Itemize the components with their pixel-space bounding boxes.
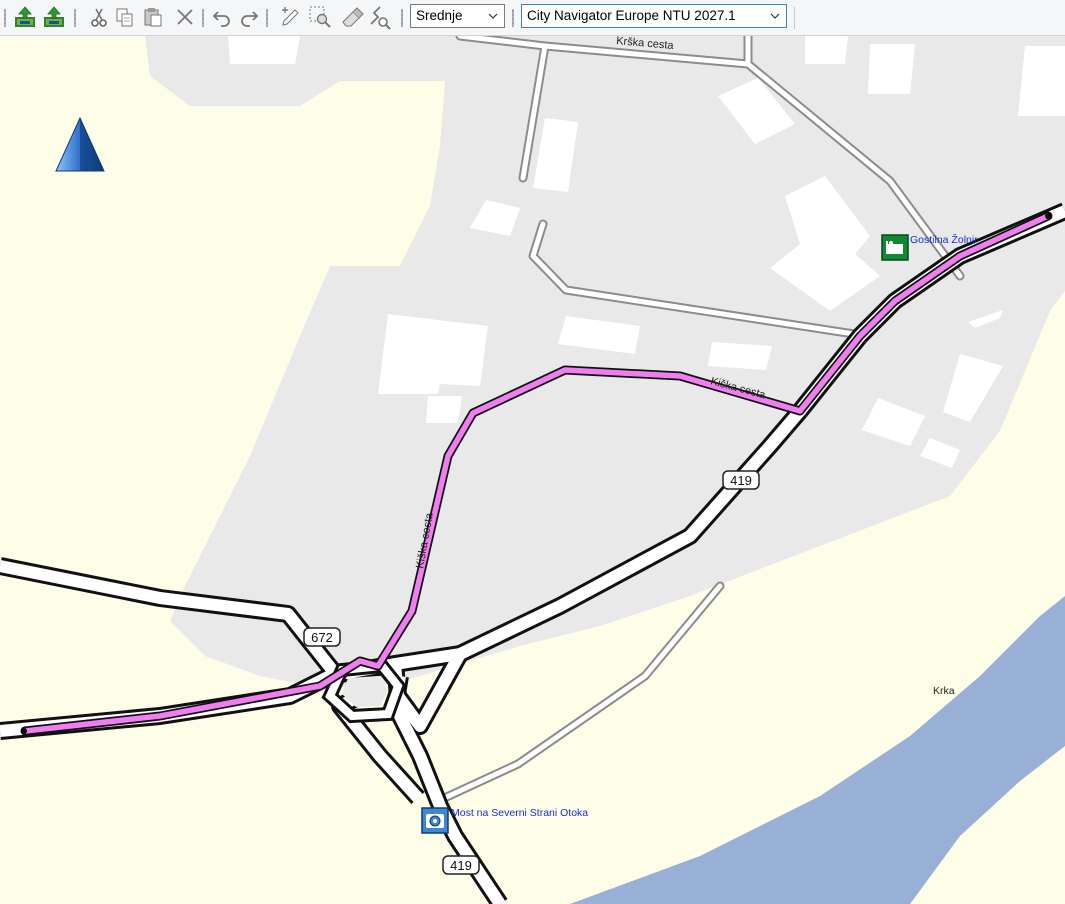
eraser-icon[interactable] bbox=[339, 4, 365, 30]
camera-icon[interactable] bbox=[421, 807, 449, 834]
map-product-value: City Navigator Europe NTU 2027.1 bbox=[527, 8, 736, 23]
detail-level-value: Srednje bbox=[416, 8, 463, 23]
detail-level-dropdown[interactable]: Srednje bbox=[410, 4, 505, 28]
cut-icon[interactable] bbox=[86, 4, 112, 30]
chevron-down-icon[interactable] bbox=[768, 5, 782, 27]
lodging-icon[interactable] bbox=[881, 234, 909, 261]
poi-label-most: Most na Severni Strani Otoka bbox=[451, 807, 588, 819]
upload-to-device-icon[interactable] bbox=[12, 4, 38, 30]
chevron-down-icon[interactable] bbox=[486, 5, 500, 27]
building bbox=[708, 342, 772, 370]
building bbox=[868, 44, 915, 94]
route-tool-icon[interactable] bbox=[366, 4, 392, 30]
building bbox=[1018, 46, 1065, 116]
map-product-dropdown[interactable]: City Navigator Europe NTU 2027.1 bbox=[521, 4, 787, 28]
road-shield-419-lower: 419 bbox=[442, 855, 480, 875]
toolbar-grip[interactable] bbox=[74, 9, 76, 27]
toolbar-grip[interactable] bbox=[266, 9, 268, 27]
copy-icon[interactable] bbox=[112, 4, 138, 30]
toolbar-grip[interactable] bbox=[202, 9, 204, 27]
building bbox=[805, 36, 848, 64]
road-shield-672: 672 bbox=[303, 627, 341, 647]
map-canvas[interactable]: Krška cesta Kiška cesta Kiška cesta 419 … bbox=[0, 36, 1065, 904]
toolbar-grip[interactable] bbox=[401, 9, 403, 27]
new-waypoint-icon[interactable] bbox=[278, 4, 304, 30]
svg-text:419: 419 bbox=[730, 473, 752, 488]
road-shield-419-upper: 419 bbox=[722, 470, 760, 490]
building bbox=[378, 314, 488, 394]
svg-text:419: 419 bbox=[450, 858, 472, 873]
map-view[interactable]: Krška cesta Kiška cesta Kiška cesta 419 … bbox=[0, 36, 1065, 904]
svg-text:672: 672 bbox=[311, 630, 333, 645]
building bbox=[426, 396, 462, 423]
water-label-krka: Krka bbox=[933, 685, 955, 697]
route-end-point[interactable] bbox=[1045, 213, 1051, 219]
poi-label-gostilna: Gostilna Žolnir bbox=[910, 233, 978, 246]
paste-icon[interactable] bbox=[140, 4, 166, 30]
toolbar-separator bbox=[794, 7, 795, 29]
redo-icon[interactable] bbox=[236, 4, 262, 30]
zoom-selection-icon[interactable] bbox=[307, 4, 333, 30]
toolbar-grip[interactable] bbox=[4, 9, 6, 27]
building bbox=[228, 36, 300, 64]
upload-to-device-alt-icon[interactable] bbox=[41, 4, 67, 30]
delete-icon[interactable] bbox=[172, 4, 198, 30]
route-start-point[interactable] bbox=[21, 728, 27, 734]
toolbar-grip[interactable] bbox=[512, 9, 514, 27]
undo-icon[interactable] bbox=[209, 4, 235, 30]
toolbar: Srednje City Navigator Europe NTU 2027.1 bbox=[0, 0, 1065, 36]
